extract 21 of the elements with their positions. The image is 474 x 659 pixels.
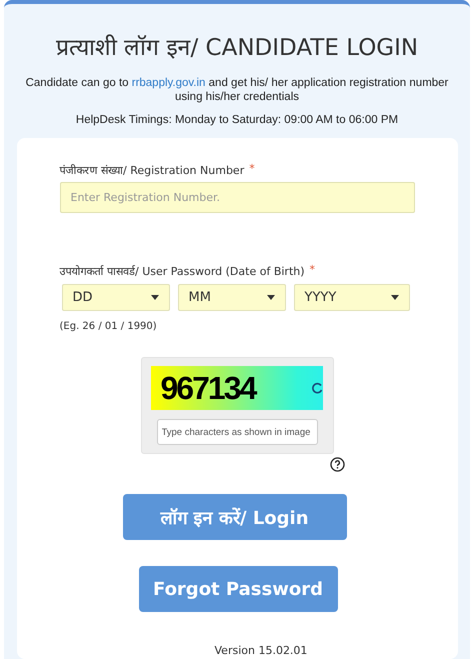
date-dropdown[interactable]: DD	[62, 284, 170, 311]
captcha-field[interactable]: Type characters as shown in image	[156, 419, 318, 445]
required-mark: *	[310, 263, 316, 278]
caret-icon	[266, 295, 274, 300]
refresh-icon[interactable]	[310, 382, 322, 394]
help-icon[interactable]	[330, 457, 344, 472]
helpdesk-text: HelpDesk Timings: Monday to Saturday: 09:00 AM to 06:00 PM	[76, 114, 398, 126]
site-link[interactable]: rrbapply.gov.in	[132, 77, 206, 89]
version-text: Version 15.02.01	[214, 644, 308, 657]
date-dropdown[interactable]: MM	[178, 284, 286, 311]
example-text: (Eg. 26 / 01 / 1990)	[60, 321, 158, 332]
caret-icon	[150, 295, 158, 300]
caret-icon	[390, 295, 398, 300]
captcha-code: 967134	[160, 370, 256, 406]
field-label: पंजीकरण संख्या/ Registration Number	[60, 163, 244, 177]
info-text: Candidate can go to rrbapply.gov.in and get his/ her application registration number using his/her credentials	[24, 76, 450, 104]
required-mark: *	[249, 162, 255, 177]
date-dropdown[interactable]: YYYY	[294, 284, 410, 311]
page-title: प्रत्याशी लॉग इन/ CANDIDATE LOGIN	[56, 33, 418, 62]
registration-field[interactable]: Enter Registration Number.	[60, 182, 414, 213]
field-label: उपयोगकर्ता पासवर्ड/ User Password (Date of Birth)	[60, 264, 305, 278]
